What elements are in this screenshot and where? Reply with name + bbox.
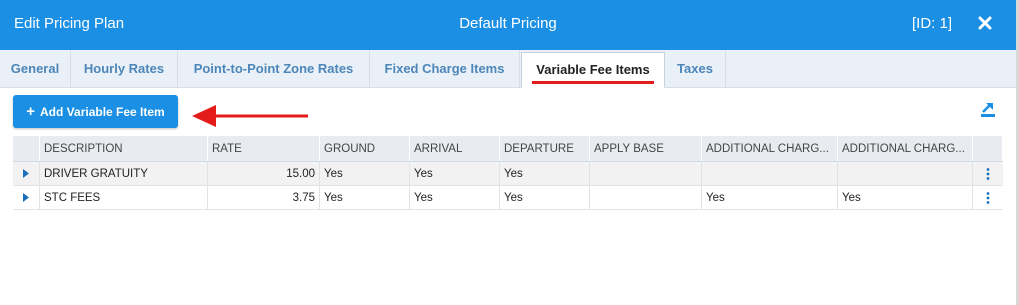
plan-name: Default Pricing	[459, 15, 557, 32]
plus-icon: +	[26, 102, 36, 120]
tab-taxes[interactable]: Taxes	[665, 50, 726, 88]
cell-arrival: Yes	[410, 162, 500, 185]
tab-general[interactable]: General	[0, 50, 71, 88]
grid-header-row: DESCRIPTION RATE GROUND ARRIVAL DEPARTUR…	[13, 136, 1003, 162]
cell-ground: Yes	[320, 162, 410, 185]
cell-additional-charge-1: Yes	[702, 186, 838, 209]
tab-label: Fixed Charge Items	[384, 61, 505, 76]
dialog-titlebar: Edit Pricing Plan Default Pricing [ID: 1…	[0, 0, 1016, 50]
close-button[interactable]	[972, 9, 998, 37]
red-arrow-annotation	[192, 105, 308, 127]
row-menu-button[interactable]	[973, 186, 1003, 209]
column-header-additional-charge-2[interactable]: ADDITIONAL CHARG...	[838, 136, 973, 161]
header-expander-spacer	[13, 136, 40, 161]
column-header-rate[interactable]: RATE	[208, 136, 320, 161]
tab-label: Taxes	[677, 61, 713, 76]
edit-pricing-plan-dialog: Edit Pricing Plan Default Pricing [ID: 1…	[0, 0, 1019, 305]
caret-right-icon	[23, 193, 29, 202]
column-header-apply-base[interactable]: APPLY BASE	[590, 136, 702, 161]
tab-hourly-rates[interactable]: Hourly Rates	[71, 50, 178, 88]
table-row[interactable]: DRIVER GRATUITY 15.00 Yes Yes Yes	[13, 162, 1003, 186]
column-header-description[interactable]: DESCRIPTION	[40, 136, 208, 161]
cell-departure: Yes	[500, 162, 590, 185]
add-variable-fee-item-button[interactable]: + Add Variable Fee Item	[13, 95, 178, 128]
cell-additional-charge-2: Yes	[838, 186, 973, 209]
tab-label: General	[10, 61, 60, 76]
caret-right-icon	[23, 169, 29, 178]
export-button[interactable]	[980, 101, 996, 119]
add-button-label: Add Variable Fee Item	[40, 104, 165, 119]
cell-ground: Yes	[320, 186, 410, 209]
tab-label: Point-to-Point Zone Rates	[193, 61, 354, 76]
column-header-additional-charge-1[interactable]: ADDITIONAL CHARG...	[702, 136, 838, 161]
dialog-title: Edit Pricing Plan	[14, 15, 125, 32]
cell-departure: Yes	[500, 186, 590, 209]
cell-rate: 3.75	[208, 186, 320, 209]
column-header-departure[interactable]: DEPARTURE	[500, 136, 590, 161]
header-menu-spacer	[973, 136, 1003, 161]
tab-label: Variable Fee Items	[536, 62, 650, 77]
more-vertical-icon	[986, 191, 990, 204]
cell-description: DRIVER GRATUITY	[40, 162, 208, 185]
column-header-arrival[interactable]: ARRIVAL	[410, 136, 500, 161]
cell-additional-charge-2	[838, 162, 973, 185]
cell-apply-base	[590, 162, 702, 185]
row-expander[interactable]	[13, 162, 40, 185]
active-tab-underline	[532, 81, 654, 84]
more-vertical-icon	[986, 167, 990, 180]
cell-arrival: Yes	[410, 186, 500, 209]
column-header-ground[interactable]: GROUND	[320, 136, 410, 161]
table-row[interactable]: STC FEES 3.75 Yes Yes Yes Yes Yes	[13, 186, 1003, 210]
plan-id: [ID: 1]	[911, 15, 952, 32]
cell-apply-base	[590, 186, 702, 209]
tab-fixed-charge-items[interactable]: Fixed Charge Items	[370, 50, 520, 88]
export-icon	[981, 103, 995, 117]
cell-description: STC FEES	[40, 186, 208, 209]
close-icon	[978, 16, 992, 30]
tab-bar: General Hourly Rates Point-to-Point Zone…	[0, 50, 1016, 88]
tab-label: Hourly Rates	[83, 61, 165, 76]
row-menu-button[interactable]	[973, 162, 1003, 185]
cell-rate: 15.00	[208, 162, 320, 185]
tab-point-to-point-zone-rates[interactable]: Point-to-Point Zone Rates	[178, 50, 370, 88]
row-expander[interactable]	[13, 186, 40, 209]
variable-fee-items-grid: DESCRIPTION RATE GROUND ARRIVAL DEPARTUR…	[13, 136, 1003, 210]
tab-variable-fee-items[interactable]: Variable Fee Items	[521, 52, 665, 88]
cell-additional-charge-1	[702, 162, 838, 185]
